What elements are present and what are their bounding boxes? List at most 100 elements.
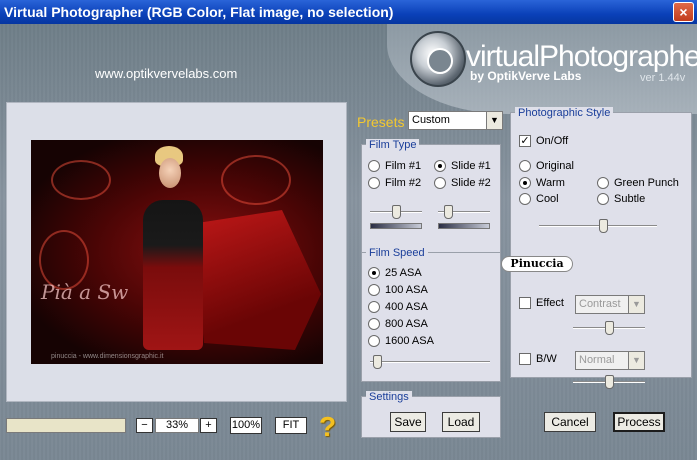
- window-title: Virtual Photographer (RGB Color, Flat im…: [4, 4, 394, 20]
- radio-icon: [434, 177, 446, 189]
- radio-label: Slide #2: [451, 177, 491, 189]
- slider-thumb[interactable]: [599, 219, 608, 233]
- radio-warm[interactable]: Warm: [519, 177, 565, 189]
- radio-film-2[interactable]: Film #2: [368, 177, 421, 189]
- presets-select[interactable]: Custom ▼: [408, 111, 503, 130]
- logo-icon: [410, 31, 466, 87]
- radio-green-punch[interactable]: Green Punch: [597, 177, 679, 189]
- website-url: www.optikvervelabs.com: [95, 66, 238, 81]
- radio-label: Warm: [536, 177, 565, 189]
- progress-bar: [6, 418, 126, 433]
- slider-thumb[interactable]: [444, 205, 453, 219]
- onoff-label: On/Off: [536, 135, 569, 147]
- preview-image[interactable]: Pià a Sw pinuccia - www.dimensionsgraphi…: [31, 140, 323, 364]
- bw-select[interactable]: Normal ▼: [575, 351, 645, 370]
- radio-label: Cool: [536, 193, 559, 205]
- radio-icon: [597, 177, 609, 189]
- bw-checkbox[interactable]: B/W: [519, 353, 557, 365]
- zoom-in-button[interactable]: +: [200, 418, 217, 433]
- zoom-100-button[interactable]: 100%: [230, 417, 262, 434]
- checkbox-icon: [519, 353, 531, 365]
- radio-label: Film #2: [385, 177, 422, 189]
- radio-asa-100[interactable]: 100 ASA: [368, 284, 428, 296]
- onoff-checkbox[interactable]: ✓ On/Off: [519, 135, 568, 147]
- settings-title: Settings: [366, 391, 412, 403]
- radio-label: Subtle: [614, 193, 646, 205]
- radio-label: 1600 ASA: [385, 335, 434, 347]
- save-button[interactable]: Save: [390, 412, 426, 432]
- radio-asa-400[interactable]: 400 ASA: [368, 301, 428, 313]
- radio-icon: [368, 318, 380, 330]
- load-button[interactable]: Load: [442, 412, 480, 432]
- settings-group: Settings Save Load: [361, 391, 501, 438]
- radio-cool[interactable]: Cool: [519, 193, 559, 205]
- slider-thumb[interactable]: [605, 375, 614, 389]
- slider-thumb[interactable]: [392, 205, 401, 219]
- radio-label: 800 ASA: [385, 318, 428, 330]
- radio-subtle[interactable]: Subtle: [597, 193, 645, 205]
- help-icon[interactable]: ?: [319, 411, 336, 443]
- photo-signature: Pià a Sw: [41, 280, 129, 304]
- photographic-style-group: Photographic Style ✓ On/Off Original Warm…: [510, 107, 692, 389]
- radio-icon: [519, 193, 531, 205]
- bw-slider[interactable]: [573, 375, 645, 389]
- chevron-down-icon: ▼: [628, 352, 644, 369]
- film-speed-group: Film Speed 25 ASA 100 ASA 400 ASA 800 AS…: [361, 247, 501, 382]
- close-button[interactable]: ×: [673, 2, 694, 22]
- effect-checkbox[interactable]: Effect: [519, 297, 564, 309]
- photo-figure: [143, 200, 203, 350]
- radio-slide-1[interactable]: Slide #1: [434, 160, 491, 172]
- zoom-fit-button[interactable]: FIT: [275, 417, 307, 434]
- process-button[interactable]: Process: [613, 412, 665, 432]
- film-type-group: Film Type Film #1 Slide #1 Film #2 Slide…: [361, 139, 501, 256]
- style-slider[interactable]: [539, 219, 657, 233]
- presets-value: Custom: [412, 114, 450, 126]
- app-window: www.optikvervelabs.com virtualPhotograph…: [0, 24, 697, 460]
- radio-label: 25 ASA: [385, 267, 422, 279]
- radio-original[interactable]: Original: [519, 160, 574, 172]
- zoom-out-button[interactable]: −: [136, 418, 153, 433]
- effect-value: Contrast: [579, 298, 621, 310]
- radio-label: Original: [536, 160, 574, 172]
- effect-select[interactable]: Contrast ▼: [575, 295, 645, 314]
- title-bar: Virtual Photographer (RGB Color, Flat im…: [0, 0, 697, 24]
- radio-asa-800[interactable]: 800 ASA: [368, 318, 428, 330]
- slider-thumb[interactable]: [605, 321, 614, 335]
- preview-panel: Pià a Sw pinuccia - www.dimensionsgraphi…: [6, 102, 347, 402]
- film-gradient-1: [370, 223, 422, 229]
- effect-label: Effect: [536, 297, 564, 309]
- photo-head: [159, 158, 181, 188]
- radio-icon: [368, 160, 380, 172]
- cancel-button[interactable]: Cancel: [544, 412, 596, 432]
- checkmark-icon: ✓: [519, 135, 531, 147]
- radio-icon: [434, 160, 446, 172]
- radio-icon: [519, 177, 531, 189]
- film-type-title: Film Type: [366, 139, 420, 151]
- version-label: ver 1.44v: [640, 72, 686, 84]
- slider-thumb[interactable]: [373, 355, 382, 369]
- brand-subtitle: by OptikVerve Labs: [470, 69, 582, 83]
- radio-icon: [368, 301, 380, 313]
- effect-slider[interactable]: [573, 321, 645, 335]
- radio-asa-1600[interactable]: 1600 ASA: [368, 335, 434, 347]
- radio-film-1[interactable]: Film #1: [368, 160, 421, 172]
- radio-icon: [597, 193, 609, 205]
- radio-icon: [368, 335, 380, 347]
- chevron-down-icon: ▼: [628, 296, 644, 313]
- film-slider-2[interactable]: [438, 205, 490, 219]
- bw-label: B/W: [536, 353, 557, 365]
- radio-label: 400 ASA: [385, 301, 428, 313]
- watermark-badge: Pinuccia: [501, 256, 573, 272]
- radio-icon: [368, 177, 380, 189]
- film-slider-1[interactable]: [370, 205, 422, 219]
- radio-label: 100 ASA: [385, 284, 428, 296]
- zoom-level: 33%: [155, 418, 199, 433]
- radio-slide-2[interactable]: Slide #2: [434, 177, 491, 189]
- slider-track: [370, 361, 490, 363]
- film-gradient-2: [438, 223, 490, 229]
- radio-label: Slide #1: [451, 160, 491, 172]
- radio-label: Green Punch: [614, 177, 679, 189]
- film-speed-slider[interactable]: [370, 355, 490, 369]
- radio-icon: [368, 284, 380, 296]
- radio-asa-25[interactable]: 25 ASA: [368, 267, 422, 279]
